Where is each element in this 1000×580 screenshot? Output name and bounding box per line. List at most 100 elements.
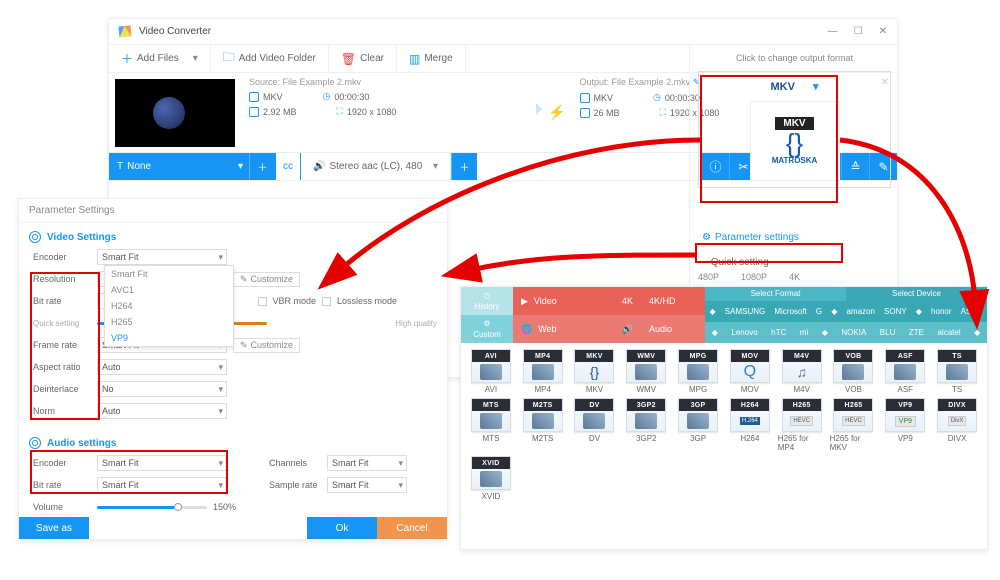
brand-honor[interactable]: honor xyxy=(931,307,951,316)
format-vob[interactable]: VOBVOB xyxy=(830,349,878,394)
format-vp9[interactable]: VP9VP9VP9 xyxy=(881,398,929,452)
brand-nokia[interactable]: NOKIA xyxy=(841,328,866,337)
encoder-dropdown: Smart FitAVC1H264H265VP9 xyxy=(104,265,234,347)
brand-icon[interactable]: ◆ xyxy=(822,328,828,337)
close-button[interactable]: ✕ xyxy=(879,26,887,37)
category-audio[interactable]: Audio xyxy=(641,315,705,343)
brand-icon[interactable]: ◆ xyxy=(712,328,718,337)
audio-encoder-select[interactable]: Smart Fit xyxy=(97,455,227,471)
brand-asus[interactable]: ASUS xyxy=(961,307,983,316)
channels-label: Channels xyxy=(269,458,321,468)
encoder-option[interactable]: H264 xyxy=(105,298,233,314)
format-avi[interactable]: AVIAVI xyxy=(467,349,515,394)
brand-amazon[interactable]: amazon xyxy=(846,307,874,316)
audio-add-button[interactable]: ＋ xyxy=(451,153,477,180)
quick-1080p[interactable]: 1080P xyxy=(741,272,767,282)
tab-select-format[interactable]: Select Format xyxy=(705,287,846,301)
quick-setting-label: Quick setting xyxy=(33,319,91,328)
parameter-settings-window: Parameter Settings Video Settings Encode… xyxy=(18,198,448,540)
encoder-option[interactable]: VP9 xyxy=(105,330,233,346)
param-title: Parameter Settings xyxy=(19,199,447,223)
category-4k[interactable]: 4K/HD xyxy=(641,287,705,315)
add-files-button[interactable]: ＋Add Files ▾ xyxy=(109,45,211,72)
clear-button[interactable]: 🗑Clear xyxy=(329,45,397,72)
add-video-folder-button[interactable]: 🗀Add Video Folder xyxy=(211,45,329,72)
format-divx[interactable]: DIVXDivXDIVX xyxy=(933,398,981,452)
brand-icon[interactable]: ◆ xyxy=(916,307,922,316)
sample-select[interactable]: Smart Fit xyxy=(327,477,407,493)
format-grid: AVIAVIMP4MP4MKV{}MKVWMVWMVMPGMPGMOVQMOVM… xyxy=(461,343,987,507)
subtitle-select[interactable]: T None xyxy=(109,153,249,180)
brand-icon[interactable]: ◆ xyxy=(974,328,980,337)
format-mpg[interactable]: MPGMPG xyxy=(674,349,722,394)
format-h265-for-mkv[interactable]: H265HEVCH265 for MKV xyxy=(830,398,878,452)
source-label: Source: File Example 2.mkv xyxy=(249,77,534,87)
minimize-button[interactable]: — xyxy=(828,26,838,37)
format-wmv[interactable]: WMVWMV xyxy=(622,349,670,394)
brand-blu[interactable]: BLU xyxy=(880,328,896,337)
format-3gp[interactable]: 3GP3GP xyxy=(674,398,722,452)
format-categories: ▶ Video4K 4K/HD 🌐 Web🔊 Audio xyxy=(513,287,641,343)
ok-button[interactable]: Ok xyxy=(307,517,377,539)
high-quality-label: High quality xyxy=(395,319,437,328)
resolution-customize-button[interactable]: ✎ Customize xyxy=(233,272,300,287)
video-thumbnail[interactable] xyxy=(115,79,235,147)
tab-select-device[interactable]: Select Device xyxy=(846,287,987,301)
brand-mi[interactable]: mi xyxy=(800,328,808,337)
category-web[interactable]: 🌐 Web🔊 Audio xyxy=(513,315,641,343)
brand-microsoft[interactable]: Microsoft xyxy=(774,307,806,316)
brand-lenovo[interactable]: Lenovo xyxy=(731,328,757,337)
audio-track-select[interactable]: 🔊Stereo aac (LC), 480▾ xyxy=(301,153,451,180)
brand-g[interactable]: G xyxy=(816,307,822,316)
video-settings-form: Encoder Smart Fit Resolution ✎ Customize… xyxy=(19,247,447,425)
format-h265-for-mp4[interactable]: H265HEVCH265 for MP4 xyxy=(778,398,826,452)
format-h264[interactable]: H264H.264H264 xyxy=(726,398,774,452)
subtitle-tool-button[interactable]: cc xyxy=(275,153,301,180)
norm-select[interactable]: Auto xyxy=(97,403,227,419)
format-mts[interactable]: MTSMTS xyxy=(467,398,515,452)
vbr-checkbox[interactable] xyxy=(258,297,267,306)
aspect-select[interactable]: Auto xyxy=(97,359,227,375)
format-ts[interactable]: TSTS xyxy=(933,349,981,394)
format-side-tabs: ◷History ⚙Custom xyxy=(461,287,513,343)
brand-htc[interactable]: hTC xyxy=(771,328,786,337)
save-as-button[interactable]: Save as xyxy=(19,517,89,539)
brand-alcatel[interactable]: alcatel xyxy=(937,328,960,337)
framerate-customize-button[interactable]: ✎ Customize xyxy=(233,338,300,353)
brand-icon[interactable]: ◆ xyxy=(710,307,716,316)
deinterlace-select[interactable]: No xyxy=(97,381,227,397)
lossless-checkbox[interactable] xyxy=(322,297,331,306)
format-xvid[interactable]: XVIDXVID xyxy=(467,456,515,501)
brand-sony[interactable]: SONY xyxy=(884,307,907,316)
format-m2ts[interactable]: M2TSM2TS xyxy=(519,398,567,452)
brand-zte[interactable]: ZTE xyxy=(909,328,924,337)
encoder-option[interactable]: Smart Fit xyxy=(105,266,233,282)
brand-samsung[interactable]: SAMSUNG xyxy=(725,307,765,316)
encoder-option[interactable]: AVC1 xyxy=(105,282,233,298)
category-video[interactable]: ▶ Video4K 4K/HD xyxy=(513,287,641,315)
format-mov[interactable]: MOVQMOV xyxy=(726,349,774,394)
volume-slider[interactable] xyxy=(97,506,207,509)
history-tab[interactable]: ◷History xyxy=(461,287,513,315)
brand-icon[interactable]: ◆ xyxy=(831,307,837,316)
parameter-settings-button[interactable]: ⚙ Parameter settings xyxy=(698,228,891,247)
audio-bitrate-select[interactable]: Smart Fit xyxy=(97,477,227,493)
output-format-card[interactable]: MKV▾ MKV {} MATROSKA xyxy=(698,71,891,188)
quick-4k[interactable]: 4K xyxy=(789,272,800,282)
quick-480p[interactable]: 480P xyxy=(698,272,719,282)
cancel-button[interactable]: Cancel xyxy=(377,517,447,539)
encoder-select[interactable]: Smart Fit xyxy=(97,249,227,265)
format-3gp2[interactable]: 3GP23GP2 xyxy=(622,398,670,452)
volume-label: Volume xyxy=(33,502,91,512)
channels-select[interactable]: Smart Fit xyxy=(327,455,407,471)
maximize-button[interactable]: ☐ xyxy=(854,26,863,37)
format-m4v[interactable]: M4V♫M4V xyxy=(778,349,826,394)
format-asf[interactable]: ASFASF xyxy=(881,349,929,394)
encoder-option[interactable]: H265 xyxy=(105,314,233,330)
format-mkv[interactable]: MKV{}MKV xyxy=(571,349,619,394)
custom-tab[interactable]: ⚙Custom xyxy=(461,315,513,343)
format-dv[interactable]: DVDV xyxy=(571,398,619,452)
subtitle-add-button[interactable]: ＋ xyxy=(249,153,275,180)
format-mp4[interactable]: MP4MP4 xyxy=(519,349,567,394)
merge-button[interactable]: ▥Merge xyxy=(397,45,466,72)
